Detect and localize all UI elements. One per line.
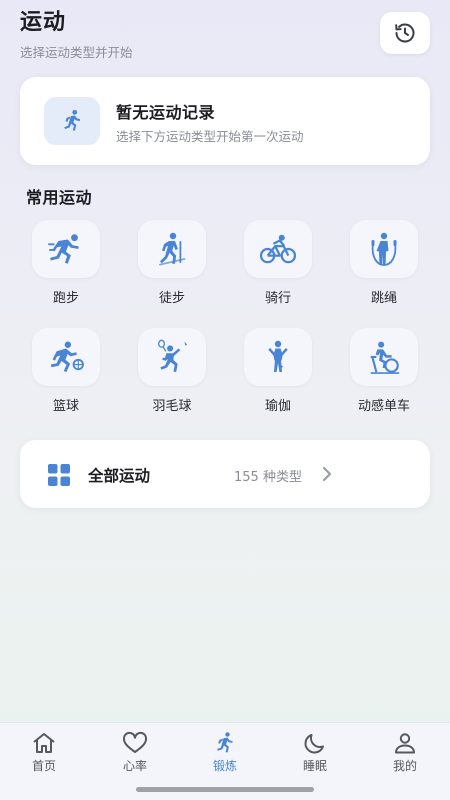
history-button[interactable] bbox=[380, 12, 430, 54]
home-indicator[interactable] bbox=[136, 787, 314, 792]
sport-tile[interactable] bbox=[138, 220, 206, 278]
sport-tile[interactable] bbox=[244, 220, 312, 278]
home-icon bbox=[33, 733, 55, 753]
no-record-card[interactable]: 暂无运动记录 选择下方运动类型开始第一次运动 bbox=[20, 77, 430, 165]
sport-yoga[interactable]: 瑜伽 bbox=[233, 328, 323, 414]
tab-heart-rate[interactable]: 心率 bbox=[105, 731, 165, 774]
sport-hiking[interactable]: 徒步 bbox=[127, 220, 217, 306]
jump-rope-icon bbox=[371, 232, 397, 266]
sport-cycling[interactable]: 骑行 bbox=[233, 220, 323, 306]
sport-tile[interactable] bbox=[32, 220, 100, 278]
user-icon bbox=[395, 733, 415, 754]
tab-label: 心率 bbox=[122, 759, 147, 773]
record-icon-tile bbox=[44, 97, 100, 145]
tab-profile[interactable]: 我的 bbox=[375, 731, 435, 774]
sport-label: 骑行 bbox=[264, 291, 291, 306]
sport-label: 瑜伽 bbox=[264, 399, 291, 414]
all-sports-count: 155 种类型 bbox=[234, 470, 302, 485]
basketball-icon bbox=[50, 341, 84, 373]
all-sports-label: 全部运动 bbox=[88, 467, 151, 485]
sport-spinning[interactable]: 动感单车 bbox=[339, 328, 429, 414]
sport-tile[interactable] bbox=[350, 328, 418, 386]
sport-label: 动感单车 bbox=[357, 399, 410, 414]
tab-sleep[interactable]: 睡眠 bbox=[285, 731, 345, 774]
spinning-bike-icon bbox=[370, 341, 400, 374]
sport-label: 篮球 bbox=[52, 399, 79, 414]
record-title: 暂无运动记录 bbox=[116, 103, 216, 122]
page-header: 运动 选择运动类型并开始 bbox=[20, 8, 133, 61]
running-icon bbox=[217, 732, 233, 753]
sport-tile[interactable] bbox=[350, 220, 418, 278]
sport-badminton[interactable]: 羽毛球 bbox=[127, 328, 217, 414]
sport-label: 跳绳 bbox=[370, 291, 397, 306]
tab-label: 我的 bbox=[392, 759, 417, 773]
cycling-icon bbox=[259, 234, 297, 264]
tab-label: 睡眠 bbox=[302, 759, 327, 773]
sport-tile[interactable] bbox=[244, 328, 312, 386]
badminton-icon bbox=[158, 339, 188, 373]
sport-label: 徒步 bbox=[158, 291, 185, 306]
record-subtitle: 选择下方运动类型开始第一次运动 bbox=[116, 129, 304, 144]
sport-label: 羽毛球 bbox=[152, 399, 192, 414]
sport-tile[interactable] bbox=[138, 328, 206, 386]
heart-icon bbox=[123, 731, 147, 753]
sport-label: 跑步 bbox=[52, 291, 79, 306]
tab-label: 锻炼 bbox=[212, 759, 237, 773]
sport-jump-rope[interactable]: 跳绳 bbox=[339, 220, 429, 306]
history-clock-icon bbox=[395, 23, 415, 43]
tab-home[interactable]: 首页 bbox=[14, 731, 74, 774]
running-person-icon bbox=[64, 109, 81, 131]
page-title: 运动 bbox=[20, 10, 67, 35]
yoga-icon bbox=[268, 340, 288, 372]
running-icon bbox=[48, 234, 79, 264]
sport-running[interactable]: 跑步 bbox=[21, 220, 111, 306]
tab-label: 首页 bbox=[31, 759, 56, 773]
sport-tile[interactable] bbox=[32, 328, 100, 386]
tab-workout[interactable]: 锻炼 bbox=[195, 731, 255, 774]
chevron-right-icon bbox=[322, 466, 332, 482]
sport-basketball[interactable]: 篮球 bbox=[21, 328, 111, 414]
hiking-icon bbox=[159, 232, 186, 266]
grid-icon bbox=[48, 464, 70, 486]
moon-icon bbox=[304, 734, 324, 754]
all-sports-card[interactable]: 全部运动 155 种类型 bbox=[20, 440, 430, 508]
page-subtitle: 选择运动类型并开始 bbox=[20, 45, 133, 60]
section-title: 常用运动 bbox=[26, 188, 93, 207]
